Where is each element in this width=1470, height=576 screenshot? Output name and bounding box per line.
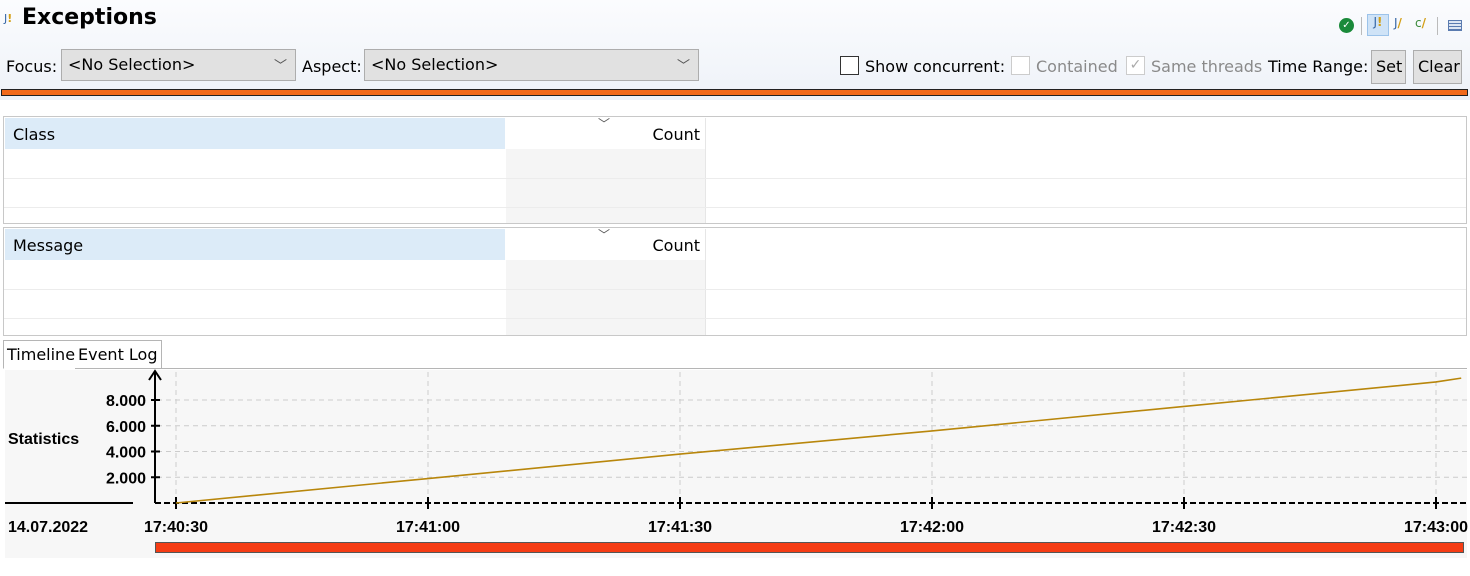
x-tick-label: 17:42:00 (900, 519, 964, 536)
row-label: Statistics (8, 431, 79, 448)
date-label: 14.07.2022 (8, 519, 88, 536)
time-range-selector[interactable] (155, 542, 1464, 553)
x-tick-label: 17:43:00 (1404, 519, 1468, 536)
y-tick-label: 2.000 (106, 470, 146, 487)
x-tick-label: 17:40:30 (144, 519, 208, 536)
timeline-chart-svg: 2.000 4.000 6.000 8.000 17:40:30 17:41:00 17:4… (5, 369, 1468, 553)
x-tick-label: 17:41:00 (396, 519, 460, 536)
x-tick-label: 17:42:30 (1152, 519, 1216, 536)
y-tick-label: 4.000 (106, 445, 146, 462)
y-tick-label: 6.000 (106, 419, 146, 436)
y-tick-label: 8.000 (106, 393, 146, 410)
x-tick-label: 17:41:30 (648, 519, 712, 536)
series-line (175, 377, 1462, 504)
